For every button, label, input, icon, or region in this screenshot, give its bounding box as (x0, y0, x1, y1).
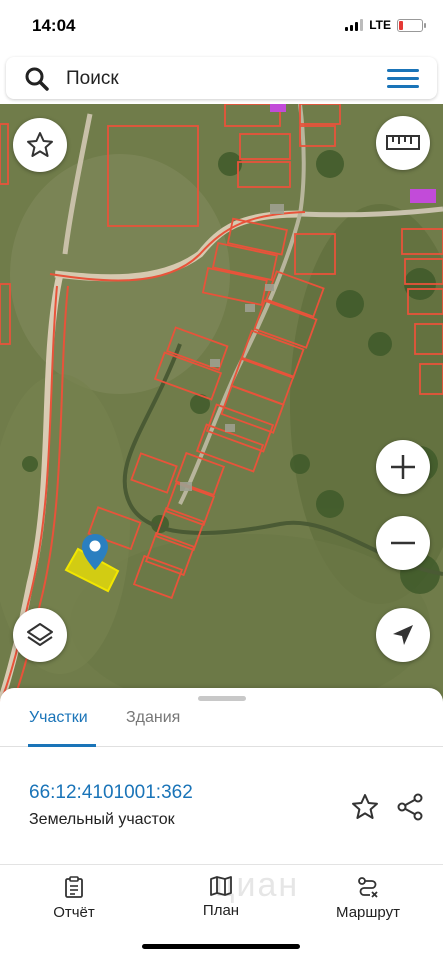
ruler-button[interactable] (376, 116, 430, 170)
menu-icon[interactable] (387, 69, 419, 89)
route-icon (358, 877, 378, 898)
nav-report[interactable]: Отчёт (24, 876, 124, 921)
favorite-star-icon[interactable] (350, 792, 380, 822)
cadastral-number[interactable]: 66:12:4101001:362 (29, 782, 193, 804)
parcel-type: Земельный участок (29, 811, 175, 828)
zoom-in-icon (391, 455, 415, 479)
nav-route[interactable]: Маршрут (318, 876, 418, 921)
nav-plan[interactable]: План (171, 876, 271, 919)
my-location-button[interactable] (376, 608, 430, 662)
network-type: LTE (369, 18, 391, 32)
zoom-in-button[interactable] (376, 440, 430, 494)
report-icon (65, 876, 83, 898)
satellite-map[interactable] (0, 104, 443, 704)
sheet-drag-handle[interactable] (198, 696, 246, 701)
active-tab-indicator (28, 744, 96, 747)
layers-button[interactable] (13, 608, 67, 662)
signal-icon (345, 19, 364, 31)
status-bar: 14:04 LTE (0, 0, 443, 52)
tab-parcels-label: Участки (29, 709, 88, 726)
tab-buildings[interactable]: Здания (126, 708, 180, 746)
nav-plan-label: План (202, 902, 240, 919)
home-indicator[interactable] (142, 944, 300, 949)
bottom-navigation: Отчёт План Маршрут (0, 866, 443, 926)
tab-parcels[interactable]: Участки (28, 708, 96, 747)
tab-buildings-label: Здания (126, 709, 181, 726)
share-icon[interactable] (395, 792, 425, 822)
search-input[interactable] (64, 63, 368, 95)
battery-icon (397, 18, 426, 32)
parcel-card[interactable]: циан 66:12:4101001:362 Земельный участок (0, 748, 443, 904)
map-plan-icon (210, 876, 232, 896)
zoom-out-icon (391, 541, 415, 545)
status-icons: LTE (345, 18, 426, 32)
favorite-button[interactable] (13, 118, 67, 172)
zoom-out-button[interactable] (376, 516, 430, 570)
nav-report-label: Отчёт (53, 904, 95, 921)
location-pin-icon[interactable] (80, 532, 110, 572)
divider (0, 864, 443, 865)
ruler-icon (386, 135, 420, 150)
search-bar (6, 57, 437, 99)
status-time: 14:04 (32, 16, 76, 35)
search-icon[interactable] (24, 66, 50, 92)
star-icon (27, 132, 53, 157)
layers-icon (27, 623, 53, 646)
bottom-sheet: Участки Здания циан 66:12:4101001:362 Зе… (0, 688, 443, 960)
nav-route-label: Маршрут (336, 904, 400, 921)
tab-bar: Участки Здания (0, 708, 443, 747)
map-imagery (0, 104, 443, 704)
navigation-arrow-icon (393, 625, 413, 645)
